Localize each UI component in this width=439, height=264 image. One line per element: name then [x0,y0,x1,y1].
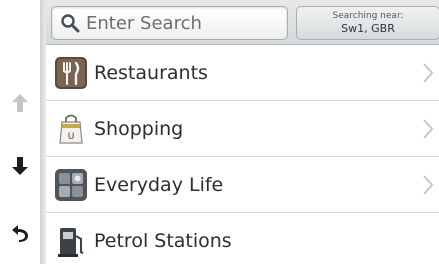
chevron-right-icon [423,62,434,83]
category-label: Petrol Stations [94,229,232,252]
category-row-shopping[interactable]: U Shopping [46,101,439,157]
category-label: Everyday Life [94,173,224,196]
category-label: Shopping [94,117,184,140]
petrol-pump-icon [52,222,90,260]
arrow-up-icon [12,94,28,112]
category-row-restaurants[interactable]: Restaurants [46,45,439,101]
chevron-right-icon [423,174,434,195]
search-placeholder: Enter Search [86,12,202,34]
category-row-everyday-life[interactable]: Everyday Life [46,157,439,213]
restaurant-icon [52,54,90,92]
back-icon [12,225,28,242]
category-list: Restaurants U Shopping Everyday Life Pet… [46,45,439,264]
category-row-petrol-stations[interactable]: Petrol Stations [46,213,439,264]
arrow-down-icon [12,157,28,175]
scroll-up-button[interactable] [0,80,40,126]
category-label: Restaurants [94,61,208,84]
search-input[interactable]: Enter Search [51,6,288,40]
search-near-button[interactable]: Searching near: Sw1, GBR [296,6,439,40]
search-near-label: Searching near: [332,11,404,21]
search-near-value: Sw1, GBR [341,22,395,35]
scroll-down-button[interactable] [0,143,40,189]
poi-category-screen: Enter Search Searching near: Sw1, GBR Re… [0,0,439,264]
search-icon [61,14,80,33]
side-nav [0,0,46,264]
chevron-right-icon [423,118,434,139]
back-button[interactable] [0,210,40,256]
header-bar: Enter Search Searching near: Sw1, GBR [46,0,439,45]
everyday-life-icon [52,166,90,204]
svg-text:U: U [68,132,75,142]
shopping-bag-icon: U [52,110,90,148]
